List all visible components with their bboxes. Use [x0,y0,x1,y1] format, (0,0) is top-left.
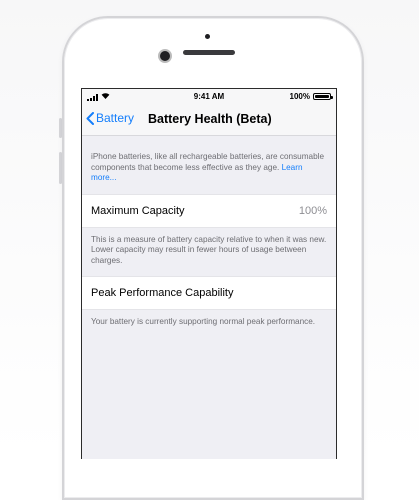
phone-screen: 9:41 AM 100% Battery Battery Health (Bet… [81,88,337,459]
proximity-sensor [205,34,210,39]
page-title: Battery Health (Beta) [148,112,272,126]
intro-text: iPhone batteries, like all rechargeable … [82,136,336,194]
peak-performance-row: Peak Performance Capability [82,276,336,310]
status-right: 100% [289,92,333,101]
back-button-label: Battery [96,111,135,125]
status-bar: 9:41 AM 100% [82,89,336,105]
maximum-capacity-label: Maximum Capacity [91,204,185,217]
settings-content: iPhone batteries, like all rechargeable … [82,136,336,338]
maximum-capacity-value: 100% [298,204,327,217]
maximum-capacity-row: Maximum Capacity 100% [82,193,336,228]
battery-icon [313,93,333,100]
back-button[interactable]: Battery [86,111,134,125]
peak-performance-description: Your battery is currently supporting nor… [91,317,316,326]
maximum-capacity-description: This is a measure of battery capacity re… [91,234,327,265]
peak-performance-label: Peak Performance Capability [91,287,234,299]
navigation-bar: Battery Battery Health (Beta) [82,105,336,136]
battery-percent: 100% [289,92,310,101]
earpiece-speaker [183,50,235,55]
battery-fill [315,95,329,98]
front-camera [158,49,172,63]
chevron-left-icon [86,111,94,125]
